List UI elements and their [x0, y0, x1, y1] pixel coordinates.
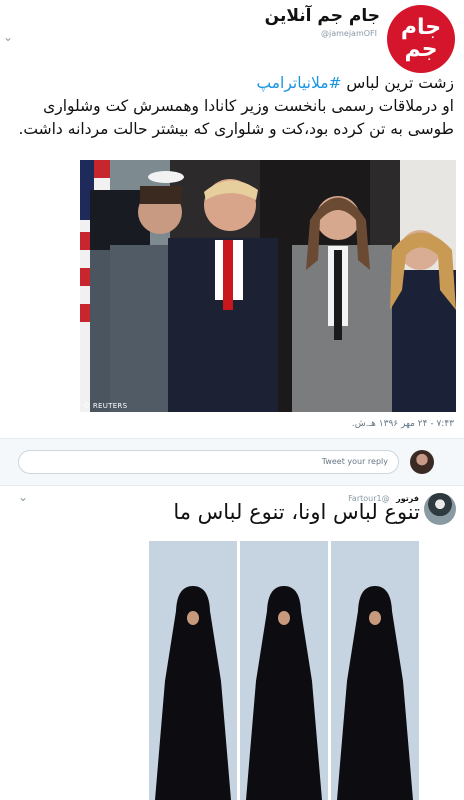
user-avatar[interactable] [410, 450, 434, 474]
chador-figure [246, 586, 322, 800]
photo-credit: © REUTERS [83, 402, 128, 410]
tweet-2: ⌄ فرتور @Fartour1 تنوع لباس اونا، تنوع ل… [0, 486, 464, 800]
account-handle[interactable]: @jamejamOFI [321, 29, 377, 38]
photo-scene [80, 160, 456, 412]
logo-text-bottom: جم [404, 37, 438, 62]
author-avatar[interactable] [424, 493, 456, 525]
account-avatar-logo[interactable]: جام جم [387, 5, 455, 73]
reply-input[interactable]: Tweet your reply [18, 450, 399, 474]
chador-figure [155, 586, 231, 800]
chevron-down-icon[interactable]: ⌄ [3, 30, 13, 44]
tweet-text-line-3: طوسی به تن کرده بود،کت و شلواری که بیشتر… [18, 120, 454, 138]
hashtag-link[interactable]: #ملانیاترامپ [257, 74, 342, 92]
tweet-1: ⌄ جام جم جام جم آنلاین @jamejamOFI زشت ت… [0, 0, 464, 438]
tweet-text-prefix: زشت ترین لباس [346, 74, 454, 92]
tweet-2-text: تنوع لباس اونا، تنوع لباس ما [173, 500, 420, 524]
chador-figure [337, 586, 413, 800]
photo-panel-3 [331, 541, 419, 800]
tweet-2-photo[interactable] [149, 541, 419, 800]
chevron-down-icon[interactable]: ⌄ [18, 490, 28, 504]
photo-panel-2 [240, 541, 328, 800]
logo-text-top: جام [400, 15, 442, 40]
reply-bar: Tweet your reply [0, 439, 464, 485]
tweet-text-line-1: زشت ترین لباس #ملانیاترامپ [6, 72, 454, 95]
tweet-text: زشت ترین لباس #ملانیاترامپ او درملاقات ر… [6, 72, 454, 141]
tweet-text-line-2: او درملاقات رسمی بانخست وزیر کانادا وهمس… [43, 97, 454, 115]
photo-panel-1 [149, 541, 237, 800]
tweet-photo[interactable]: © REUTERS [80, 160, 456, 412]
tweet-timestamp[interactable]: ۷:۴۳ - ۲۴ مهر ۱۳۹۶ هـ.ش. [352, 419, 454, 429]
account-name[interactable]: جام جم آنلاین [265, 6, 380, 26]
